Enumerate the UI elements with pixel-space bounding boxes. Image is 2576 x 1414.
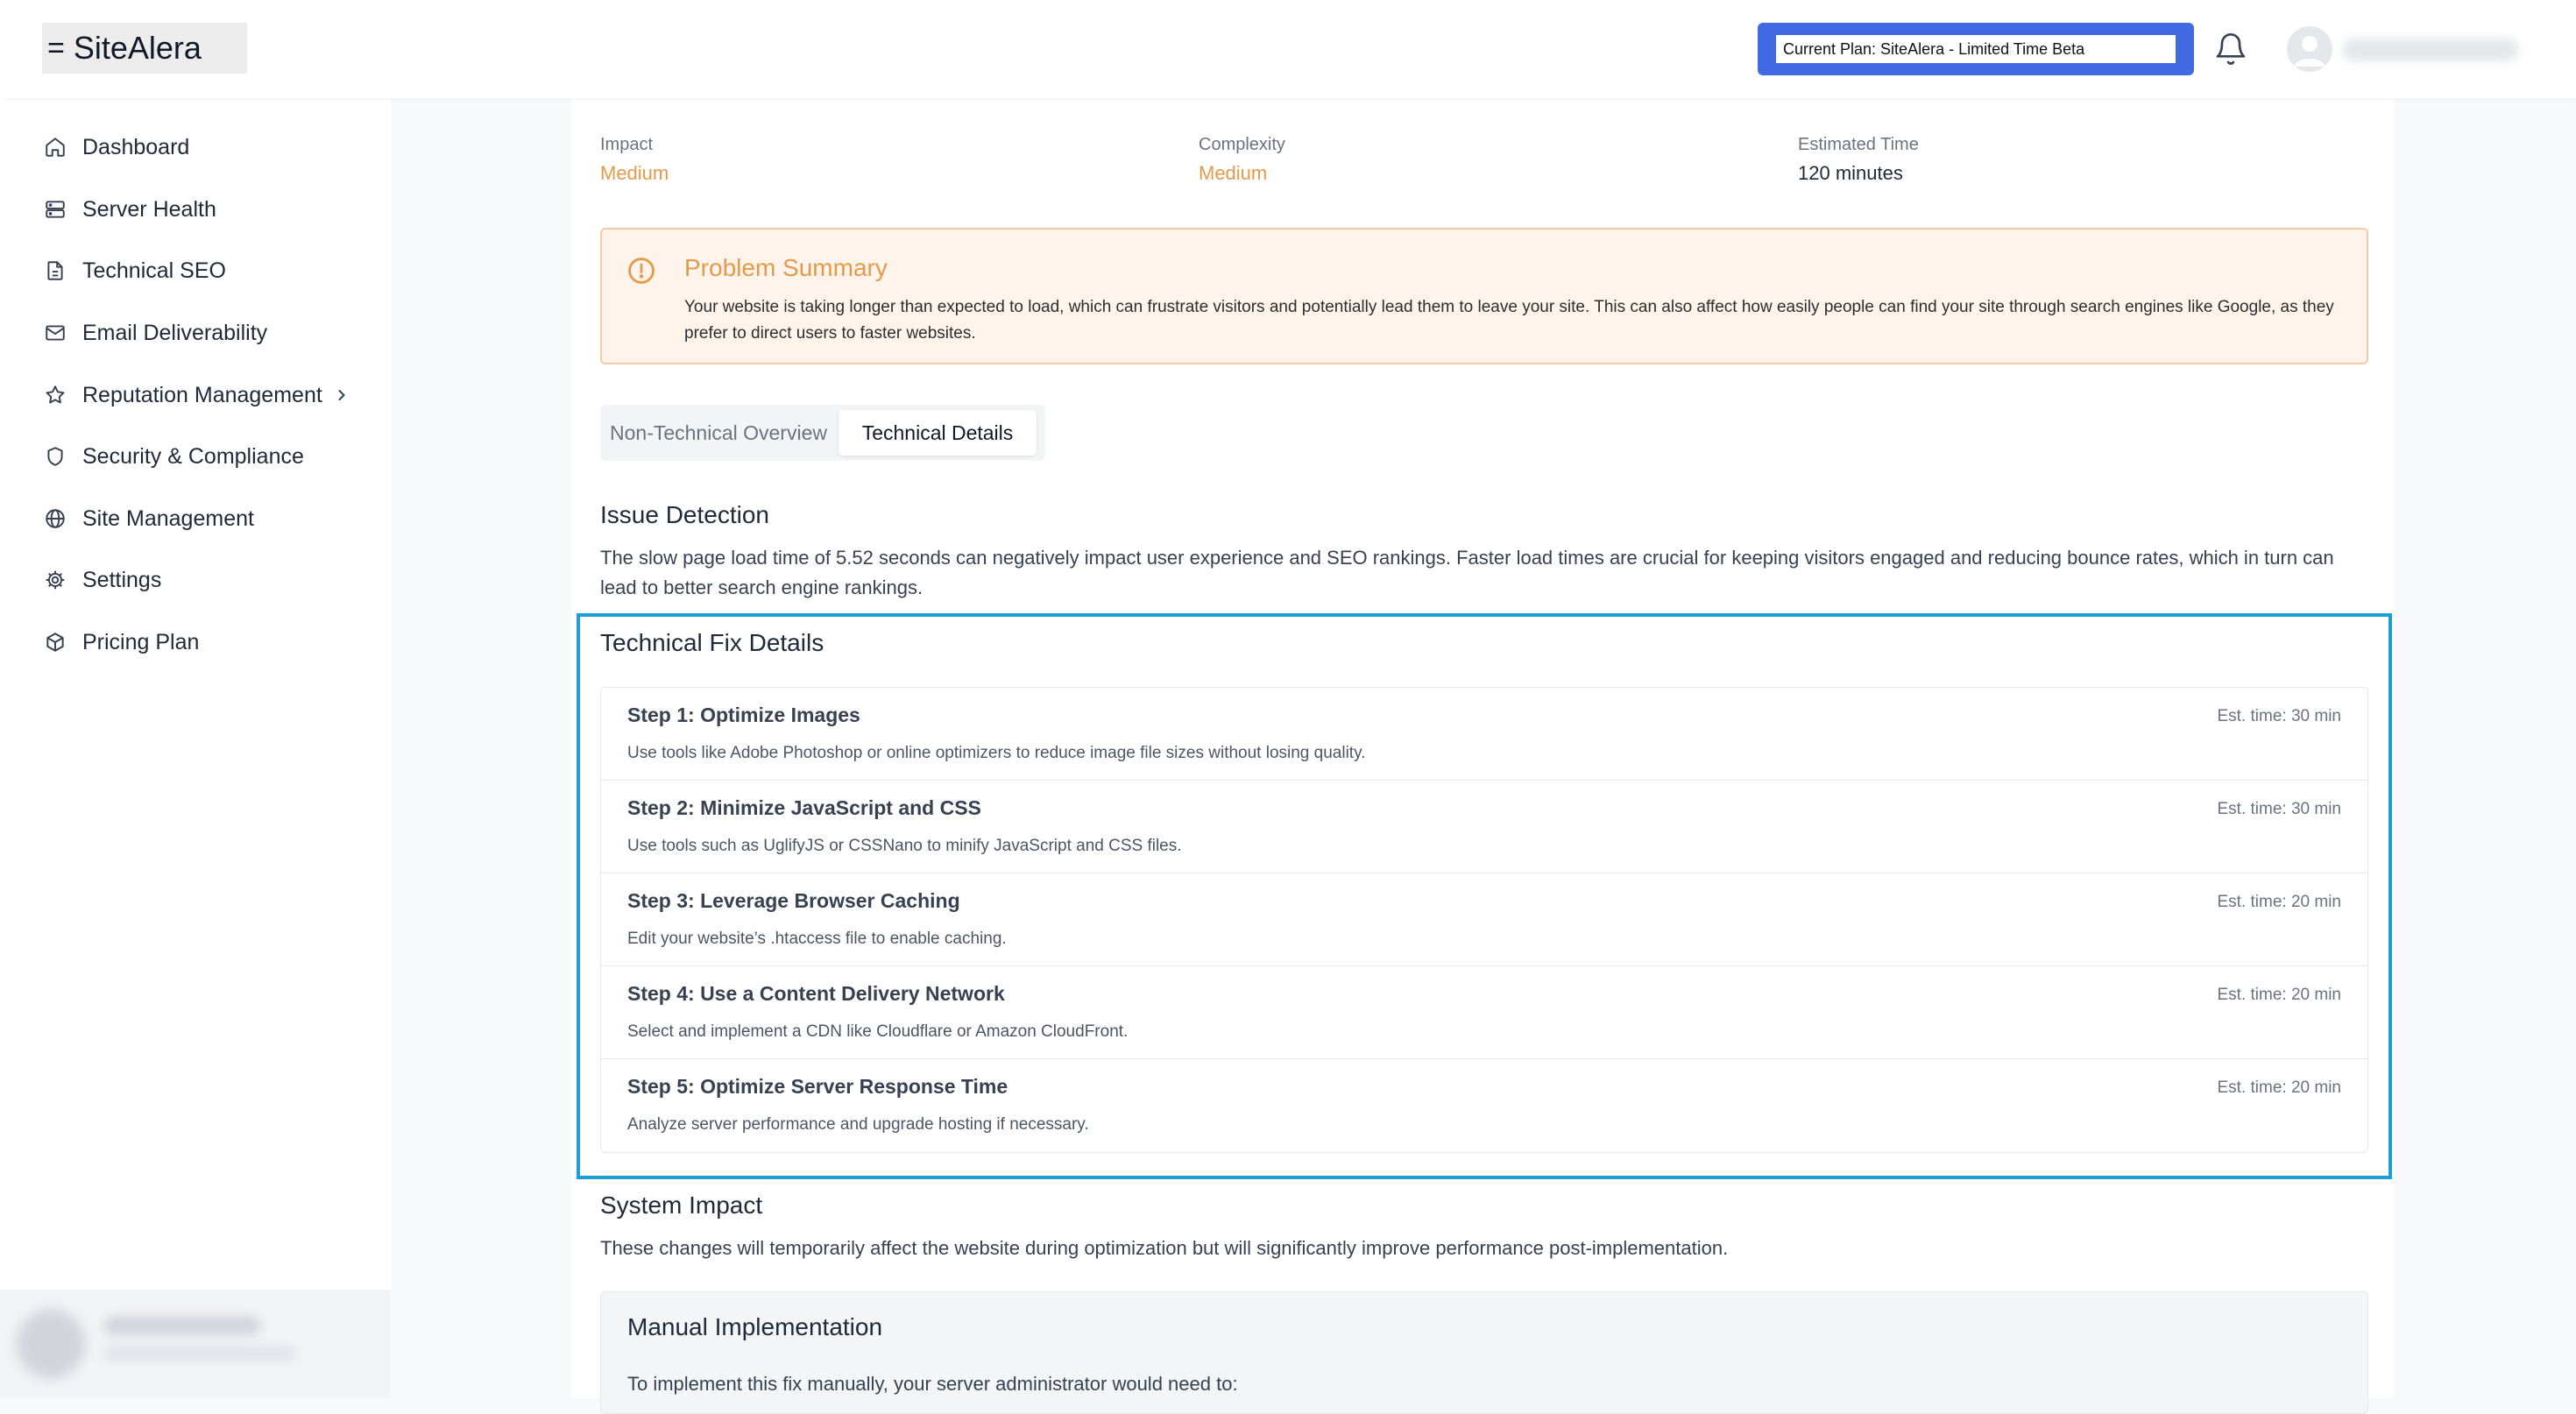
fix-step-description: Use tools such as UglifyJS or CSSNano to… — [627, 837, 1182, 855]
sidebar-item-dashboard[interactable]: Dashboard — [44, 130, 189, 165]
fix-step: Step 3: Leverage Browser Caching Edit yo… — [601, 873, 2367, 966]
profile-avatar-blurred — [16, 1309, 86, 1379]
system-impact-text: These changes will temporarily affect th… — [600, 1237, 1729, 1259]
technical-fix-title: Technical Fix Details — [600, 629, 824, 656]
sidebar-item-technical-seo[interactable]: Technical SEO — [44, 253, 226, 288]
sidebar-item-label: Settings — [82, 567, 162, 592]
shield-icon — [47, 447, 63, 466]
system-impact-title: System Impact — [600, 1191, 763, 1219]
tab-non-technical-overview[interactable]: Non-Technical Overview — [604, 410, 833, 456]
server-icon — [46, 201, 65, 218]
sidebar-item-site-management[interactable]: Site Management — [44, 501, 254, 536]
current-plan-badge[interactable]: Current Plan: SiteAlera - Limited Time B… — [1758, 23, 2194, 75]
impact-label: Impact — [600, 135, 654, 154]
fix-step-description: Select and implement a CDN like Cloudfla… — [627, 1022, 1129, 1041]
fix-step-time: Est. time: 30 min — [2217, 800, 2342, 818]
star-icon — [46, 385, 65, 404]
document-icon — [47, 261, 63, 280]
technical-fix-steps: Step 1: Optimize Images Use tools like A… — [600, 687, 2368, 1153]
fix-step: Step 2: Minimize JavaScript and CSS Use … — [601, 781, 2367, 873]
gear-icon — [46, 570, 65, 590]
fix-step-time: Est. time: 20 min — [2217, 893, 2342, 911]
sidebar-item-label: Reputation Management — [82, 382, 322, 407]
fix-step-title: Step 3: Leverage Browser Caching — [627, 889, 960, 912]
fix-step-title: Step 4: Use a Content Delivery Network — [627, 982, 1005, 1005]
bell-icon[interactable] — [2213, 32, 2248, 67]
sidebar-item-label: Server Health — [82, 196, 216, 222]
menu-icon[interactable]: = — [47, 32, 65, 66]
sidebar-item-label: Security & Compliance — [82, 443, 304, 469]
sidebar-user-profile[interactable] — [0, 1290, 391, 1398]
sidebar-item-label: Pricing Plan — [82, 629, 200, 654]
sidebar-item-label: Site Management — [82, 506, 254, 531]
estimated-time-value: 120 minutes — [1798, 162, 1903, 184]
sidebar-item-label: Technical SEO — [82, 258, 226, 283]
fix-step-time: Est. time: 20 min — [2217, 986, 2342, 1004]
issue-detection-title: Issue Detection — [600, 501, 769, 528]
logo[interactable]: = SiteAlera — [42, 23, 247, 74]
profile-name-blurred — [103, 1316, 261, 1335]
impact-value: Medium — [600, 162, 669, 184]
main-content: Impact Medium Complexity Medium Estimate… — [571, 98, 2394, 1414]
globe-icon — [46, 509, 65, 528]
fix-step-description: Analyze server performance and upgrade h… — [627, 1115, 1089, 1134]
avatar[interactable] — [2287, 26, 2332, 72]
top-bar: = SiteAlera Current Plan: SiteAlera - Li… — [0, 0, 2576, 98]
fix-step-time: Est. time: 30 min — [2217, 707, 2342, 725]
sidebar-item-label: Dashboard — [82, 134, 190, 159]
problem-summary-card: Problem Summary Your website is taking l… — [600, 228, 2368, 364]
fix-step-description: Edit your website’s .htaccess file to en… — [627, 930, 1007, 948]
complexity-value: Medium — [1199, 162, 1268, 184]
problem-summary-title: Problem Summary — [684, 254, 888, 281]
logo-text: SiteAlera — [73, 30, 202, 66]
detail-tabs: Non-Technical Overview Technical Details — [600, 405, 1045, 461]
current-plan-label: Current Plan: SiteAlera - Limited Time B… — [1776, 35, 2176, 63]
sidebar-item-server-health[interactable]: Server Health — [44, 192, 216, 227]
fix-step: Step 1: Optimize Images Use tools like A… — [601, 688, 2367, 781]
package-icon — [46, 633, 64, 652]
sidebar-item-settings[interactable]: Settings — [44, 562, 161, 597]
mail-icon — [46, 325, 65, 341]
fix-step-time: Est. time: 20 min — [2217, 1078, 2342, 1097]
sidebar: Dashboard Server Health Technical SEO Em… — [0, 98, 391, 1398]
sidebar-item-reputation-management[interactable]: Reputation Management — [44, 378, 350, 413]
tab-technical-details[interactable]: Technical Details — [839, 410, 1037, 456]
chevron-right-icon[interactable] — [333, 386, 350, 404]
issue-detection-text: The slow page load time of 5.52 seconds … — [600, 547, 2334, 598]
sidebar-item-label: Email Deliverability — [82, 320, 268, 345]
complexity-label: Complexity — [1199, 135, 1285, 154]
user-name-blurred[interactable] — [2343, 39, 2518, 61]
fix-step-title: Step 1: Optimize Images — [627, 703, 860, 726]
manual-implementation-text: To implement this fix manually, your ser… — [627, 1373, 1238, 1395]
fix-step-description: Use tools like Adobe Photoshop or online… — [627, 744, 1366, 762]
estimated-time-label: Estimated Time — [1798, 135, 1919, 154]
sidebar-item-pricing-plan[interactable]: Pricing Plan — [44, 625, 199, 660]
sidebar-item-email-deliverability[interactable]: Email Deliverability — [44, 315, 267, 350]
sidebar-item-security-compliance[interactable]: Security & Compliance — [44, 439, 304, 474]
fix-step-title: Step 2: Minimize JavaScript and CSS — [627, 796, 981, 819]
fix-step-title: Step 5: Optimize Server Response Time — [627, 1075, 1008, 1098]
home-icon — [46, 138, 65, 157]
problem-summary-text: Your website is taking longer than expec… — [684, 298, 2334, 343]
manual-implementation-title: Manual Implementation — [627, 1313, 883, 1340]
manual-implementation-card: Manual Implementation To implement this … — [600, 1291, 2368, 1414]
fix-step: Step 4: Use a Content Delivery Network S… — [601, 966, 2367, 1059]
profile-email-blurred — [103, 1346, 296, 1361]
alert-circle-icon — [628, 258, 655, 284]
fix-step: Step 5: Optimize Server Response Time An… — [601, 1059, 2367, 1152]
